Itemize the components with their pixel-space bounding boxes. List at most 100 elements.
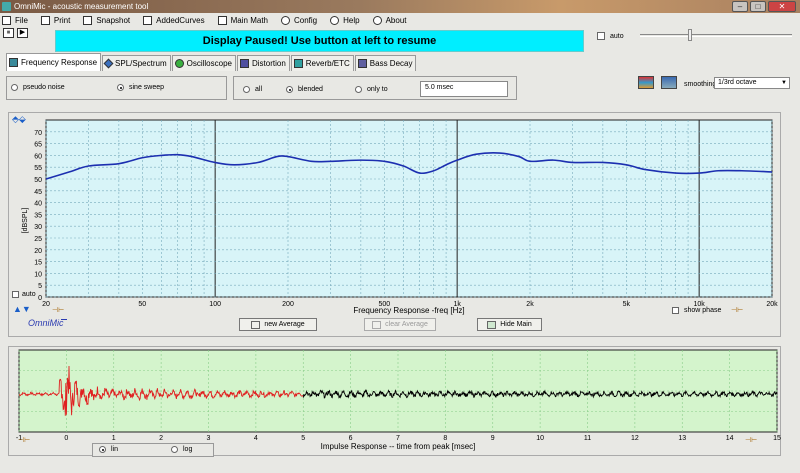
impulse-x-tick-label: 1 xyxy=(112,435,116,442)
reverb-icon xyxy=(293,59,303,68)
radio-circle xyxy=(11,84,18,91)
radio-gate-blended[interactable]: blended xyxy=(286,86,323,93)
menu-print[interactable]: Print xyxy=(40,15,70,25)
y-tick-label: 20 xyxy=(34,248,42,255)
level-slider-thumb[interactable] xyxy=(688,29,692,41)
y-tick-label: 50 xyxy=(34,177,42,184)
color-scheme-icon[interactable] xyxy=(638,76,654,89)
frequency-response-chart[interactable]: 051015202530354045505560657020 50 100 200 50… xyxy=(8,112,781,337)
radio-label: log xyxy=(183,446,193,453)
omnimic-logo: OmniMic xyxy=(28,318,64,328)
radio-circle xyxy=(243,86,250,93)
y-tick-label: 30 xyxy=(34,224,42,231)
checkbox-label: auto xyxy=(610,32,624,40)
play-button[interactable]: ▶ xyxy=(17,28,28,38)
new-average-button[interactable]: new Average xyxy=(239,318,317,331)
speaker-icon xyxy=(239,59,249,68)
close-button[interactable]: ✕ xyxy=(768,1,796,12)
radio-label: lin xyxy=(111,446,119,453)
y-tick-label: 5 xyxy=(38,283,42,290)
menu-help[interactable]: Help xyxy=(330,15,360,25)
x-tick-label: 20 xyxy=(42,301,50,308)
gear-icon xyxy=(281,15,290,25)
checkbox-label: show phase xyxy=(684,307,722,314)
impulse-x-tick-label: 15 xyxy=(773,435,781,442)
impulse-response-chart[interactable]: -1 0 1 2 3 4 5 6 7 8 9 10 11 12 13 14 15Impulse Response… xyxy=(8,346,781,456)
radio-lin[interactable]: lin xyxy=(99,446,118,453)
menu-snapshot[interactable]: Snapshot xyxy=(83,15,131,25)
y-tick-label: 70 xyxy=(34,130,42,137)
pause-button[interactable]: ⏸ xyxy=(3,28,14,38)
smoothing-select[interactable]: 1/3rd octave ▼ xyxy=(714,77,790,89)
radio-gate-all[interactable]: all xyxy=(243,86,262,93)
tab-label: Oscilloscope xyxy=(186,59,232,68)
clear-icon xyxy=(372,320,382,329)
info-icon xyxy=(372,15,382,25)
left-cursor-arrows-icon[interactable]: ⊣⊢ xyxy=(52,306,64,314)
tab-spl-spectrum[interactable]: SPL/Spectrum xyxy=(102,55,171,71)
impulse-x-tick-label: 13 xyxy=(678,435,686,442)
menu-label: Snapshot xyxy=(96,15,131,25)
menu-main-math[interactable]: Main Math xyxy=(217,15,268,25)
impulse-left-cursor-icon[interactable]: ⊣⊢ xyxy=(18,436,30,444)
y-axis-label: [dBSPL] xyxy=(22,208,29,234)
radio-pseudo-noise[interactable]: pseudo noise xyxy=(11,84,65,91)
y-tick-label: 10 xyxy=(34,271,42,278)
impulse-x-tick-label: 11 xyxy=(584,435,591,442)
tab-bass-decay[interactable]: Bass Decay xyxy=(354,55,417,71)
hide-main-button[interactable]: Hide Main xyxy=(477,318,542,331)
y-tick-label: 60 xyxy=(34,153,42,160)
radio-log[interactable]: log xyxy=(171,446,192,453)
smoothing-icon[interactable] xyxy=(661,76,677,89)
tab-reverb-etc[interactable]: Reverb/ETC xyxy=(290,55,354,71)
impulse-right-cursor-icon[interactable]: ⊣⊢ xyxy=(745,436,757,444)
right-cursor-arrows-icon[interactable]: ⊣⊢ xyxy=(731,306,743,314)
average-icon xyxy=(251,320,261,329)
impulse-x-tick-label: 7 xyxy=(396,435,400,442)
radio-gate-only-to[interactable]: only to xyxy=(355,86,388,93)
clear-average-button[interactable]: clear Average xyxy=(364,318,436,331)
radio-sine-sweep[interactable]: sine sweep xyxy=(117,84,164,91)
impulse-x-axis-label: Impulse Response -- time from peak [msec… xyxy=(321,442,476,451)
radio-label: sine sweep xyxy=(129,84,165,91)
y-tick-label: 35 xyxy=(34,212,42,219)
gate-time-input[interactable]: 5.0 msec xyxy=(420,81,508,97)
menu-file[interactable]: File xyxy=(2,15,28,25)
radio-circle xyxy=(117,84,124,91)
maximize-button[interactable]: □ xyxy=(750,1,766,12)
tab-frequency-response[interactable]: Frequency Response xyxy=(6,53,102,71)
minimize-button[interactable]: – xyxy=(732,1,748,12)
x-tick-label: 200 xyxy=(282,301,294,308)
tab-oscilloscope[interactable]: Oscilloscope xyxy=(171,55,236,71)
tab-label: Frequency Response xyxy=(21,58,98,67)
menu-label: Config xyxy=(294,15,318,25)
floppy-icon xyxy=(2,15,11,25)
radio-circle xyxy=(171,446,178,453)
tab-label: Distortion xyxy=(251,59,286,68)
smoothing-label: smoothing xyxy=(684,81,717,88)
menu-config[interactable]: Config xyxy=(281,15,318,25)
impulse-x-tick-label: 4 xyxy=(254,435,258,442)
checkbox-box xyxy=(672,307,679,314)
vertical-shift-arrows-icon[interactable]: ▲▼ xyxy=(13,304,31,314)
impulse-x-tick-label: 12 xyxy=(631,435,639,442)
button-label: Hide Main xyxy=(500,321,532,328)
y-tick-label: 45 xyxy=(34,189,42,196)
impulse-x-tick-label: 3 xyxy=(207,435,211,442)
zoom-arrows-icon[interactable]: ⬘⬙ xyxy=(12,114,26,125)
show-phase-checkbox[interactable]: show phase xyxy=(672,307,721,314)
y-tick-label: 40 xyxy=(34,201,42,208)
y-tick-label: 15 xyxy=(34,260,42,267)
plot-auto-checkbox[interactable]: auto xyxy=(12,291,36,298)
button-label: clear Average xyxy=(385,321,428,328)
radio-label: blended xyxy=(298,86,323,93)
menu-addedcurves[interactable]: AddedCurves xyxy=(143,15,205,25)
logo-underline xyxy=(61,319,67,320)
hide-icon xyxy=(487,320,497,329)
level-slider-track[interactable] xyxy=(640,34,792,37)
menu-about[interactable]: About xyxy=(372,15,406,25)
tab-distortion[interactable]: Distortion xyxy=(236,55,290,71)
x-tick-label: 50 xyxy=(138,301,146,308)
tab-label: Bass Decay xyxy=(369,59,413,68)
top-auto-checkbox[interactable]: auto xyxy=(597,32,624,40)
